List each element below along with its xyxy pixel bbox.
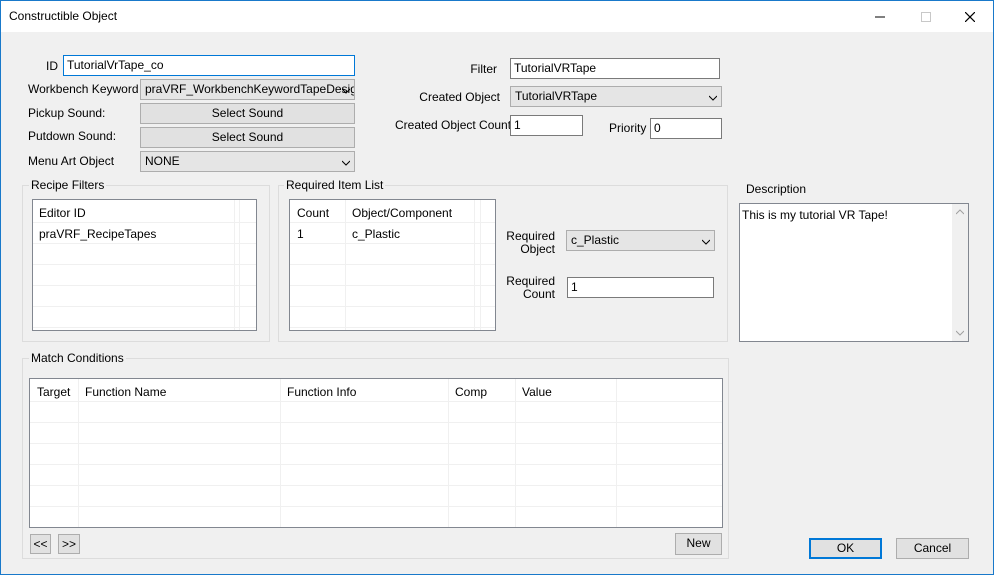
id-input[interactable]: TutorialVrTape_co — [63, 55, 355, 76]
scroll-down-icon — [956, 330, 964, 336]
new-condition-button[interactable]: New — [675, 533, 722, 555]
close-button[interactable] — [947, 1, 993, 32]
empty-row — [290, 287, 495, 307]
empty-row — [33, 308, 256, 328]
count-cell: 1 — [297, 227, 304, 241]
column-header-target[interactable]: Target — [31, 382, 78, 401]
cancel-button[interactable]: Cancel — [896, 538, 969, 559]
ok-button[interactable]: OK — [809, 538, 882, 559]
id-label: ID — [46, 59, 58, 73]
recipe-filters-list[interactable]: Editor ID praVRF_RecipeTapes — [32, 199, 257, 331]
empty-row — [30, 508, 722, 527]
priority-input[interactable]: 0 — [650, 118, 722, 139]
list-header: Target Function Name Function Info Comp … — [30, 382, 722, 402]
minimize-button[interactable] — [857, 1, 903, 32]
column-header-count[interactable]: Count — [291, 203, 345, 222]
required-item-list[interactable]: Count Object/Component 1 c_Plastic — [289, 199, 496, 331]
column-header-value[interactable]: Value — [516, 382, 616, 401]
minimize-icon — [875, 16, 885, 18]
recipe-filters-title: Recipe Filters — [29, 178, 107, 192]
window-title: Constructible Object — [9, 9, 118, 23]
created-object-select[interactable]: TutorialVRTape — [510, 86, 722, 107]
match-conditions-list[interactable]: Target Function Name Function Info Comp … — [29, 378, 723, 528]
description-textarea[interactable]: This is my tutorial VR Tape! — [739, 203, 969, 342]
empty-row — [290, 308, 495, 328]
column-header-object-component[interactable]: Object/Component — [346, 203, 474, 222]
empty-row — [290, 245, 495, 265]
list-header: Count Object/Component — [290, 203, 495, 223]
filter-input[interactable]: TutorialVRTape — [510, 58, 720, 79]
maximize-icon — [921, 12, 931, 23]
workbench-keyword-select[interactable]: praVRF_WorkbenchKeywordTapeDesig — [140, 79, 355, 100]
pickup-sound-label: Pickup Sound: — [28, 106, 106, 120]
menu-art-object-select[interactable]: NONE — [140, 151, 355, 172]
priority-label: Priority — [609, 121, 647, 135]
previous-button[interactable]: << — [30, 534, 51, 554]
constructible-object-window: Constructible Object ID TutorialVrTape_c… — [0, 0, 994, 575]
putdown-select-sound-button[interactable]: Select Sound — [140, 127, 355, 148]
menu-art-object-value: NONE — [145, 154, 180, 168]
chevron-down-icon — [709, 95, 717, 101]
created-object-count-input[interactable]: 1 — [510, 115, 583, 136]
object-component-cell: c_Plastic — [352, 227, 401, 241]
chevron-down-icon — [342, 160, 350, 166]
created-object-label: Created Object — [419, 90, 500, 104]
required-count-label-line1: Required — [506, 274, 555, 288]
workbench-keyword-label: Workbench Keyword — [28, 82, 139, 96]
empty-row — [30, 403, 722, 423]
empty-row — [30, 466, 722, 486]
editor-id-cell: praVRF_RecipeTapes — [39, 227, 157, 241]
match-conditions-title: Match Conditions — [29, 351, 126, 365]
filter-label: Filter — [470, 62, 497, 76]
chevron-down-icon — [342, 88, 350, 94]
column-header-comp[interactable]: Comp — [449, 382, 515, 401]
close-icon — [964, 11, 976, 23]
empty-row — [33, 245, 256, 265]
scroll-up-icon — [956, 209, 964, 215]
description-scrollbar[interactable] — [952, 204, 968, 341]
empty-row — [290, 266, 495, 286]
next-button[interactable]: >> — [58, 534, 80, 554]
created-object-count-label: Created Object Count — [395, 118, 512, 132]
required-object-value: c_Plastic — [571, 233, 620, 247]
required-object-label-line2: Object — [520, 242, 555, 256]
required-item-list-title: Required Item List — [284, 178, 386, 192]
putdown-sound-label: Putdown Sound: — [28, 129, 117, 143]
required-count-label-line2: Count — [522, 287, 555, 301]
empty-row — [30, 445, 722, 465]
required-count-input[interactable]: 1 — [567, 277, 714, 298]
menu-art-object-label: Menu Art Object — [28, 154, 115, 168]
column-header-function-info[interactable]: Function Info — [281, 382, 448, 401]
required-object-select[interactable]: c_Plastic — [566, 230, 715, 251]
maximize-button — [903, 1, 949, 32]
list-header: Editor ID — [33, 203, 256, 223]
created-object-value: TutorialVRTape — [515, 89, 598, 103]
description-label: Description — [746, 182, 807, 196]
column-header-editor-id[interactable]: Editor ID — [33, 203, 233, 222]
empty-row — [30, 487, 722, 507]
empty-row — [30, 424, 722, 444]
title-bar: Constructible Object — [1, 1, 993, 32]
description-text: This is my tutorial VR Tape! — [742, 208, 888, 222]
column-header-function-name[interactable]: Function Name — [79, 382, 280, 401]
chevron-down-icon — [702, 239, 710, 245]
list-item[interactable]: 1 c_Plastic — [290, 224, 495, 244]
empty-row — [33, 287, 256, 307]
pickup-select-sound-button[interactable]: Select Sound — [140, 103, 355, 124]
list-item[interactable]: praVRF_RecipeTapes — [33, 224, 256, 244]
workbench-keyword-value: praVRF_WorkbenchKeywordTapeDesig — [145, 82, 355, 96]
empty-row — [33, 266, 256, 286]
required-object-label-line1: Required — [506, 229, 555, 243]
